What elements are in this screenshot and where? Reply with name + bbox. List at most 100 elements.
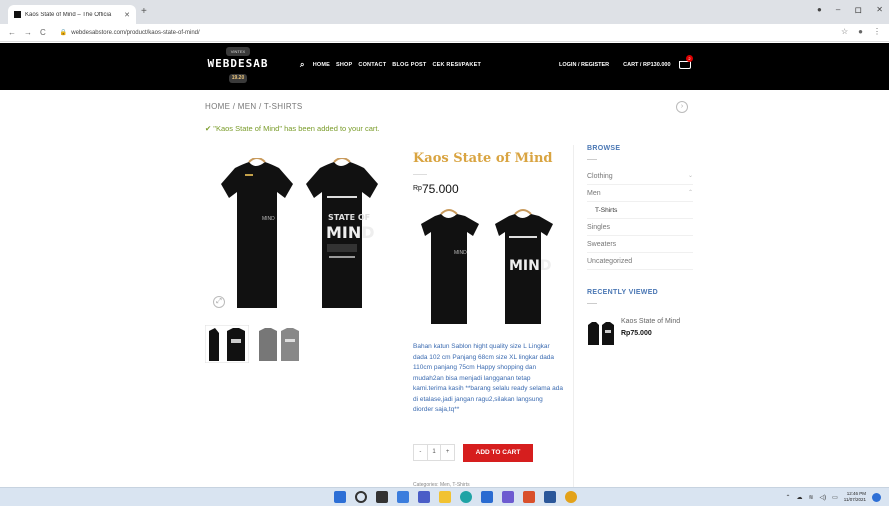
sidebar-item-uncategorized[interactable]: Uncategorized bbox=[587, 253, 693, 270]
cart-count-badge: 2 bbox=[686, 55, 693, 62]
sidebar-item-sweaters[interactable]: Sweaters bbox=[587, 236, 693, 253]
word-icon[interactable] bbox=[544, 491, 556, 503]
file-explorer-icon[interactable] bbox=[439, 491, 451, 503]
lock-icon: 🔒 bbox=[59, 30, 68, 36]
site-logo[interactable]: VINTEX WEBDESAB 19.20 bbox=[205, 47, 271, 87]
browser-tab[interactable]: Kaos State of Mind – The Officia ✕ bbox=[8, 5, 136, 24]
chrome-icon[interactable] bbox=[565, 491, 577, 503]
chat-icon[interactable] bbox=[418, 491, 430, 503]
new-tab-button[interactable]: + bbox=[141, 6, 147, 17]
description-image: MIND MIND bbox=[421, 209, 553, 324]
profile-icon[interactable]: ● bbox=[817, 5, 822, 16]
sidebar: BROWSE Clothing ⌄ Men ⌃ T-Shirts Singles… bbox=[587, 145, 693, 270]
maximize-button[interactable]: ロ bbox=[854, 5, 862, 16]
reload-button[interactable]: C bbox=[40, 28, 46, 37]
price-currency: Rp bbox=[413, 185, 422, 192]
recently-viewed-divider bbox=[587, 303, 597, 304]
product-main-image[interactable]: MIND STATE OF MIND bbox=[205, 158, 400, 310]
cart-notice: ✔ "Kaos State of Mind" has been added to … bbox=[205, 124, 380, 133]
sidebar-item-label[interactable]: Uncategorized bbox=[587, 253, 632, 269]
sidebar-item-label[interactable]: Singles bbox=[587, 219, 610, 235]
notification-icon[interactable] bbox=[872, 492, 881, 502]
favicon-icon bbox=[14, 11, 21, 18]
minimize-button[interactable]: – bbox=[836, 5, 840, 16]
clock[interactable]: 12:46 PM 11/07/2021 bbox=[844, 491, 866, 503]
add-to-cart-button[interactable]: ADD TO CART bbox=[463, 444, 533, 462]
qty-plus-button[interactable]: + bbox=[441, 445, 454, 460]
widgets-icon[interactable] bbox=[397, 491, 409, 503]
tab-title: Kaos State of Mind – The Officia bbox=[25, 11, 112, 18]
qty-input[interactable]: 1 bbox=[426, 445, 442, 460]
office-icon[interactable] bbox=[523, 491, 535, 503]
wifi-icon[interactable]: ≋ bbox=[808, 494, 813, 501]
url-field[interactable]: 🔒 webdesabstore.com/product/kaos-state-o… bbox=[59, 29, 200, 37]
login-register-link[interactable]: LOGIN / REGISTER bbox=[559, 62, 609, 68]
forward-button[interactable]: → bbox=[24, 28, 32, 37]
windows-taskbar: ⌃ ☁ ≋ ◁) ▭ 12:46 PM 11/07/2021 bbox=[0, 487, 889, 506]
window-controls: ● – ロ ✕ bbox=[817, 5, 883, 16]
sidebar-item-tshirts[interactable]: T-Shirts bbox=[587, 202, 693, 219]
recently-viewed-heading: RECENTLY VIEWED bbox=[587, 289, 659, 296]
start-icon[interactable] bbox=[334, 491, 346, 503]
sidebar-item-singles[interactable]: Singles bbox=[587, 219, 693, 236]
star-icon[interactable]: ☆ bbox=[841, 27, 848, 36]
account-icon[interactable]: ● bbox=[858, 27, 863, 36]
logo-top-label: VINTEX bbox=[226, 47, 250, 56]
back-button[interactable]: ← bbox=[8, 28, 16, 37]
cart-link[interactable]: CART / RP130.000 bbox=[623, 62, 670, 68]
cloud-icon[interactable]: ☁ bbox=[796, 494, 802, 501]
checkmark-icon: ✔ bbox=[205, 124, 212, 133]
thumbnail-grey[interactable] bbox=[257, 325, 301, 363]
photos-icon[interactable] bbox=[502, 491, 514, 503]
notice-text: "Kaos State of Mind" has been added to y… bbox=[213, 124, 380, 133]
recently-viewed-name[interactable]: Kaos State of Mind bbox=[621, 318, 680, 325]
volume-icon[interactable]: ◁) bbox=[820, 494, 827, 501]
tshirt-back-image: STATE OF MIND bbox=[306, 158, 378, 308]
url-text[interactable]: webdesabstore.com/product/kaos-state-of-… bbox=[71, 30, 199, 36]
thumbnail-strip bbox=[205, 325, 301, 363]
browser-tab-strip: Kaos State of Mind – The Officia ✕ + ● –… bbox=[0, 0, 889, 24]
svg-text:MIND: MIND bbox=[454, 250, 467, 256]
store-icon[interactable] bbox=[481, 491, 493, 503]
nav-shop[interactable]: SHOP bbox=[336, 62, 352, 70]
recently-viewed-thumbnail[interactable] bbox=[587, 320, 615, 346]
chevron-down-icon[interactable]: ⌄ bbox=[688, 168, 693, 184]
sidebar-item-label[interactable]: Men bbox=[587, 185, 601, 201]
svg-text:MIND: MIND bbox=[262, 216, 275, 222]
search-icon[interactable]: ⌕ bbox=[300, 60, 305, 70]
qty-minus-button[interactable]: - bbox=[414, 445, 427, 460]
tshirt-front-image: MIND bbox=[221, 158, 293, 308]
sidebar-divider bbox=[573, 145, 574, 487]
nav-contact[interactable]: CONTACT bbox=[358, 62, 386, 70]
sidebar-item-label[interactable]: Sweaters bbox=[587, 236, 616, 252]
nav-blog-post[interactable]: BLOG POST bbox=[392, 62, 426, 70]
zoom-icon[interactable]: ⤢ bbox=[213, 296, 225, 308]
site-header: VINTEX WEBDESAB 19.20 ⌕ HOME SHOP CONTAC… bbox=[0, 43, 889, 90]
breadcrumb[interactable]: HOME / MEN / T-SHIRTS bbox=[205, 102, 303, 111]
next-product-icon[interactable]: › bbox=[676, 101, 688, 113]
sidebar-item-clothing[interactable]: Clothing ⌄ bbox=[587, 168, 693, 185]
edge-icon[interactable] bbox=[460, 491, 472, 503]
task-view-icon[interactable] bbox=[376, 491, 388, 503]
logo-year: 19.20 bbox=[229, 74, 247, 83]
svg-text:STATE OF: STATE OF bbox=[328, 213, 370, 222]
tab-close-icon[interactable]: ✕ bbox=[124, 11, 130, 19]
product-price: Rp75.000 bbox=[413, 182, 459, 196]
menu-icon[interactable]: ⋮ bbox=[873, 27, 881, 36]
nav-home[interactable]: HOME bbox=[313, 62, 330, 70]
tray-chevron-icon[interactable]: ⌃ bbox=[785, 494, 790, 501]
system-tray: ⌃ ☁ ≋ ◁) ▭ 12:46 PM 11/07/2021 bbox=[785, 491, 881, 503]
search-taskbar-icon[interactable] bbox=[355, 491, 367, 503]
close-window-button[interactable]: ✕ bbox=[876, 5, 883, 16]
battery-icon[interactable]: ▭ bbox=[832, 494, 838, 501]
bag-icon bbox=[679, 61, 691, 69]
sidebar-item-label[interactable]: Clothing bbox=[587, 168, 613, 184]
quantity-stepper[interactable]: - 1 + bbox=[413, 444, 455, 461]
heading-divider bbox=[587, 159, 597, 160]
chevron-up-icon[interactable]: ⌃ bbox=[688, 185, 693, 201]
sidebar-item-men[interactable]: Men ⌃ bbox=[587, 185, 693, 202]
thumbnail-black[interactable] bbox=[205, 325, 249, 363]
nav-cek-resi[interactable]: CEK RESI/PAKET bbox=[432, 62, 481, 70]
cart-icon[interactable]: 2 bbox=[678, 55, 693, 71]
product-description: Bahan katun Sablon hight quality size L … bbox=[413, 343, 563, 413]
